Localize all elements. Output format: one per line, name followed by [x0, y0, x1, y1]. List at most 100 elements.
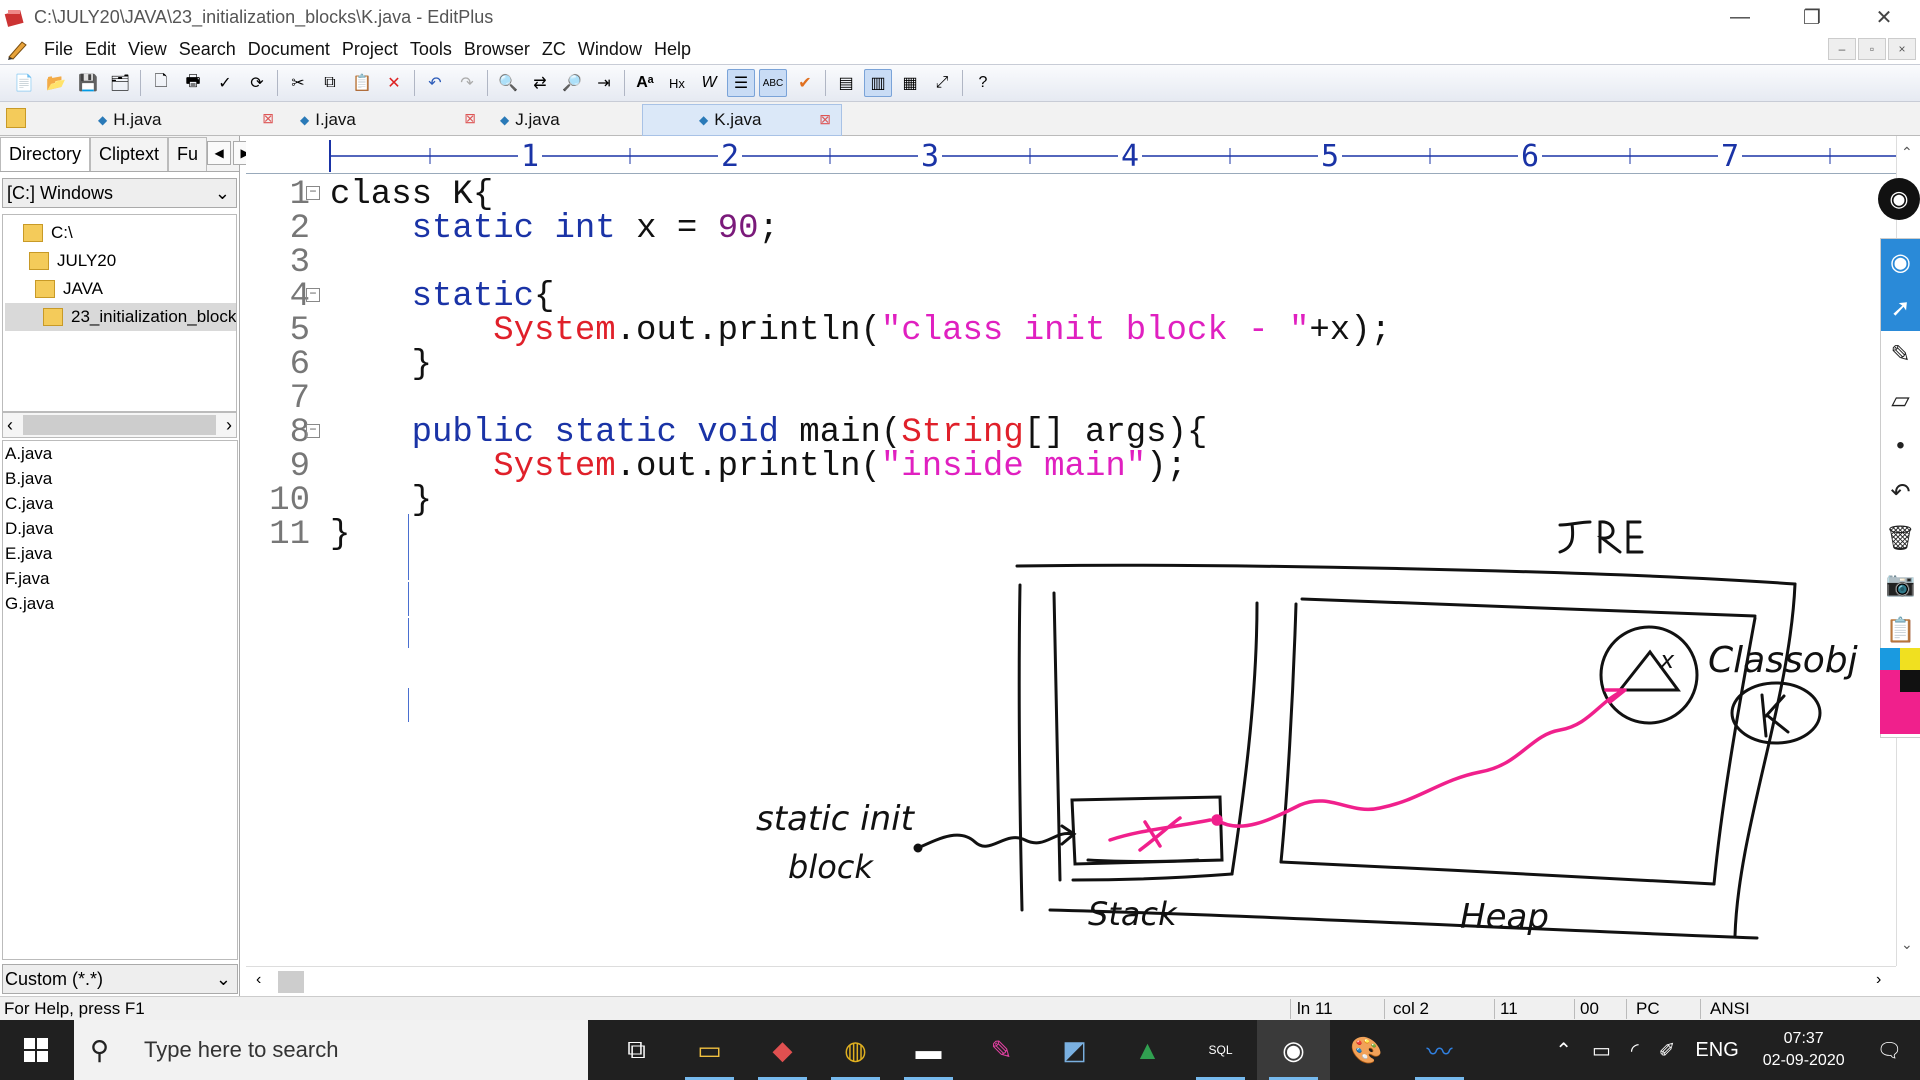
fold-toggle-icon[interactable]: − — [306, 424, 320, 438]
google-drive-icon[interactable]: ▲ — [1111, 1020, 1184, 1080]
pen-tool-icon[interactable]: ✎ — [1881, 331, 1920, 377]
save-icon[interactable]: 💾 — [74, 69, 102, 97]
delete-icon[interactable]: ✕ — [380, 69, 408, 97]
code-line[interactable]: 11} — [246, 514, 1896, 556]
fold-toggle-icon[interactable]: − — [306, 288, 320, 302]
scroll-left-icon[interactable]: ‹ — [3, 415, 17, 436]
save-all-icon[interactable]: 🗂 — [106, 69, 134, 97]
menu-help[interactable]: Help — [648, 39, 697, 60]
eraser-icon[interactable]: ▱ — [1881, 377, 1920, 423]
file-filter-select[interactable]: Custom (*.*) ⌄ — [2, 964, 238, 994]
battery-icon[interactable]: ▭ — [1582, 1038, 1621, 1063]
cut-icon[interactable]: ✂ — [284, 69, 312, 97]
whiteboard-icon[interactable]: 〰 — [1403, 1020, 1476, 1080]
color-swatch-black[interactable] — [1900, 670, 1920, 692]
tab-k-java[interactable]: ◆ K.java ⊠ — [642, 104, 842, 136]
close-tab-icon[interactable]: ⊠ — [819, 111, 831, 128]
menu-project[interactable]: Project — [336, 39, 404, 60]
menu-file[interactable]: File — [38, 39, 79, 60]
paint-palette-icon[interactable]: 🎨 — [1330, 1020, 1403, 1080]
output-window-icon[interactable]: ▦ — [896, 69, 924, 97]
tab-cliptext[interactable]: Cliptext — [90, 137, 169, 171]
task-view-icon[interactable]: ⧉ — [600, 1020, 673, 1080]
code-editor[interactable]: 1− class K{2 static int x = 90; 3 4− static… — [246, 174, 1896, 966]
scroll-right-icon[interactable]: › — [222, 415, 236, 436]
list-item[interactable]: A.java — [3, 441, 237, 466]
start-button[interactable] — [0, 1020, 72, 1080]
tab-scroll-left-icon[interactable]: ◀ — [207, 141, 232, 165]
editplus-taskbar-icon[interactable]: ◆ — [746, 1020, 819, 1080]
folder-icon[interactable] — [6, 108, 26, 128]
notepad-icon[interactable]: ◩ — [1038, 1020, 1111, 1080]
scroll-thumb[interactable] — [23, 415, 216, 435]
spellcheck-icon[interactable]: ✓ — [211, 69, 239, 97]
scroll-right-icon[interactable]: › — [1876, 971, 1881, 989]
scroll-up-icon[interactable]: ⌃ — [1901, 144, 1913, 161]
fullscreen-icon[interactable]: ⤢ — [928, 69, 956, 97]
menu-search[interactable]: Search — [173, 39, 242, 60]
tree-item-java[interactable]: JAVA — [35, 275, 103, 303]
tree-item-c[interactable]: C:\ — [23, 219, 73, 247]
tab-directory[interactable]: Directory — [0, 137, 91, 171]
paint-brush-icon[interactable]: ✎ — [965, 1020, 1038, 1080]
scroll-left-icon[interactable]: ‹ — [256, 971, 261, 989]
hex-icon[interactable]: Hx — [663, 69, 691, 97]
word-wrap-icon[interactable]: W — [695, 69, 723, 97]
wifi-icon[interactable]: ◜ — [1621, 1038, 1649, 1063]
menu-view[interactable]: View — [122, 39, 173, 60]
redo-icon[interactable]: ↷ — [453, 69, 481, 97]
menu-document[interactable]: Document — [242, 39, 336, 60]
tab-h-java[interactable]: ◆ H.java ⊠ — [84, 104, 284, 136]
cliptext-window-icon[interactable]: ▥ — [864, 69, 892, 97]
maximize-button[interactable]: ❐ — [1776, 0, 1848, 34]
doc-close-button[interactable]: × — [1888, 38, 1916, 60]
minimize-button[interactable]: — — [1704, 0, 1776, 34]
menu-edit[interactable]: Edit — [79, 39, 122, 60]
scroll-down-icon[interactable]: ⌄ — [1901, 936, 1913, 953]
list-item[interactable]: F.java — [3, 566, 237, 591]
tab-i-java[interactable]: ◆ I.java ⊠ — [286, 104, 486, 136]
color-swatch-pink[interactable] — [1880, 670, 1900, 734]
editor-horizontal-scrollbar[interactable]: ‹ › — [246, 966, 1896, 996]
command-prompt-icon[interactable]: ▬ — [892, 1020, 965, 1080]
directory-window-icon[interactable]: ▤ — [832, 69, 860, 97]
pen-workspace-icon[interactable]: ✐ — [1649, 1038, 1686, 1063]
color-swatch-magenta[interactable] — [1900, 692, 1920, 734]
print-preview-icon[interactable]: 🗋 — [147, 69, 175, 97]
tree-horizontal-scrollbar[interactable]: ‹ › — [2, 412, 237, 438]
scroll-thumb[interactable] — [278, 971, 304, 993]
font-icon[interactable]: Aᵃ — [631, 69, 659, 97]
paste-icon[interactable]: 📋 — [348, 69, 376, 97]
fold-toggle-icon[interactable]: − — [306, 186, 320, 200]
browser-preview-icon[interactable]: ⟳ — [243, 69, 271, 97]
notification-icon[interactable]: 🗨 — [1859, 1038, 1920, 1063]
color-swatch-yellow[interactable] — [1900, 648, 1920, 670]
menu-browser[interactable]: Browser — [458, 39, 536, 60]
open-folder-icon[interactable]: 📂 — [42, 69, 70, 97]
close-tab-icon[interactable]: ⊠ — [262, 110, 274, 127]
line-numbers-icon[interactable]: ☰ — [727, 69, 755, 97]
color-swatch-blue[interactable] — [1880, 648, 1900, 670]
doc-minimize-button[interactable]: – — [1828, 38, 1856, 60]
new-file-icon[interactable]: 📄 — [10, 69, 38, 97]
find-icon[interactable]: 🔍 — [494, 69, 522, 97]
dot-icon[interactable]: • — [1881, 423, 1920, 469]
list-item[interactable]: B.java — [3, 466, 237, 491]
menu-window[interactable]: Window — [572, 39, 648, 60]
list-item[interactable]: E.java — [3, 541, 237, 566]
check-icon[interactable]: ✔ — [791, 69, 819, 97]
cursor-icon[interactable]: ➚ — [1881, 285, 1920, 331]
find-in-files-icon[interactable]: 🔎 — [558, 69, 586, 97]
copy-icon[interactable]: ⧉ — [316, 69, 344, 97]
help-icon[interactable]: ? — [969, 69, 997, 97]
tab-functions[interactable]: Fu — [168, 137, 208, 171]
list-item[interactable]: G.java — [3, 591, 237, 616]
chevron-up-icon[interactable]: ⌃ — [1545, 1038, 1582, 1063]
annotation-taskbar-icon[interactable]: ◉ — [1257, 1020, 1330, 1080]
print-icon[interactable]: 🖶 — [179, 69, 207, 97]
clipboard-icon[interactable]: 📋 — [1881, 607, 1920, 653]
eye-icon[interactable]: ◉ — [1881, 239, 1920, 285]
taskbar-search[interactable]: ⚲ Type here to search — [74, 1020, 588, 1080]
spell-abc-icon[interactable]: ABC — [759, 69, 787, 97]
clock[interactable]: 07:37 02-09-2020 — [1749, 1028, 1859, 1072]
